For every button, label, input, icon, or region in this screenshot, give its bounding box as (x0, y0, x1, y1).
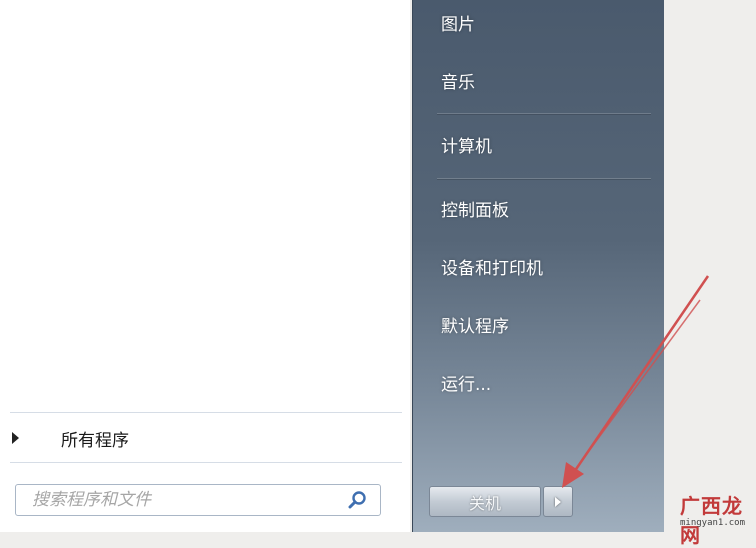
menu-item-devices-printers[interactable]: 设备和打印机 (441, 254, 543, 279)
chevron-right-icon (555, 496, 561, 507)
all-programs-item[interactable]: 所有程序 (0, 418, 405, 458)
menu-item-control-panel[interactable]: 控制面板 (441, 196, 509, 221)
start-menu-left-pane: 所有程序 (0, 0, 410, 532)
search-box[interactable] (15, 484, 381, 516)
start-menu-right-pane: 图片 音乐 计算机 控制面板 设备和打印机 默认程序 运行... 关机 (412, 0, 664, 532)
menu-separator (437, 113, 651, 114)
menu-item-run[interactable]: 运行... (441, 370, 491, 395)
watermark-url: mingyan1.com (680, 518, 746, 528)
menu-item-default-programs[interactable]: 默认程序 (441, 312, 509, 337)
shutdown-label: 关机 (468, 493, 501, 513)
menu-item-computer[interactable]: 计算机 (441, 132, 492, 157)
left-divider (10, 462, 402, 463)
shutdown-options-button[interactable] (543, 486, 573, 517)
menu-separator (437, 178, 651, 179)
left-divider (10, 412, 402, 413)
menu-item-pictures[interactable]: 图片 (441, 10, 475, 35)
expand-arrow-icon (12, 432, 19, 444)
shutdown-button[interactable]: 关机 (429, 486, 541, 517)
search-icon[interactable] (346, 488, 370, 512)
search-input[interactable] (30, 489, 346, 511)
all-programs-label: 所有程序 (61, 430, 129, 451)
watermark-logo: 广西龙网 mingyan1.com (668, 482, 756, 547)
menu-item-music[interactable]: 音乐 (441, 68, 475, 93)
